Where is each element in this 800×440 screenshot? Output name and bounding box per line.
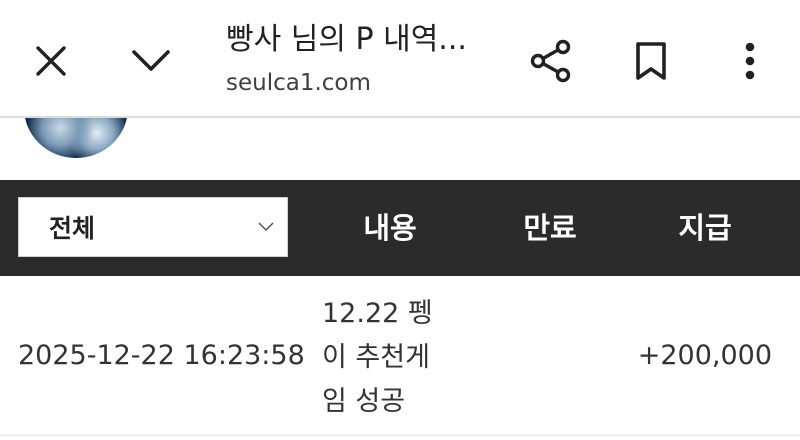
chevron-down-icon[interactable] <box>124 36 178 86</box>
share-icon[interactable] <box>524 34 578 88</box>
browser-toolbar: 빵사 님의 P 내역... seulca1.com <box>0 0 800 118</box>
row-content-line: 12.22 펭 <box>322 298 433 329</box>
bookmark-icon[interactable] <box>626 34 676 88</box>
filter-selected-value: 전체 <box>49 214 96 243</box>
filter-select[interactable]: 전체 <box>18 197 288 257</box>
row-date: 2025-12-22 16:23:58 <box>18 340 305 371</box>
page-title: 빵사 님의 P 내역... <box>226 22 467 57</box>
table-header: 전체 내용 만료 지급 <box>0 180 800 276</box>
close-icon[interactable] <box>26 36 76 86</box>
row-amount: +200,000 <box>637 340 772 371</box>
column-header-content: 내용 <box>363 211 417 245</box>
column-header-paid: 지급 <box>678 211 732 245</box>
row-content: 12.22 펭 이 추천게 임 성공 <box>322 292 452 424</box>
chevron-down-icon <box>258 222 274 232</box>
column-header-expire: 만료 <box>523 211 577 245</box>
table-row: 2025-12-22 16:23:58 12.22 펭 이 추천게 임 성공 +… <box>0 276 800 436</box>
page-url[interactable]: seulca1.com <box>226 66 371 100</box>
more-vertical-icon[interactable] <box>728 34 772 88</box>
row-content-line: 이 추천게 <box>322 342 430 373</box>
row-content-line: 임 성공 <box>322 386 406 417</box>
